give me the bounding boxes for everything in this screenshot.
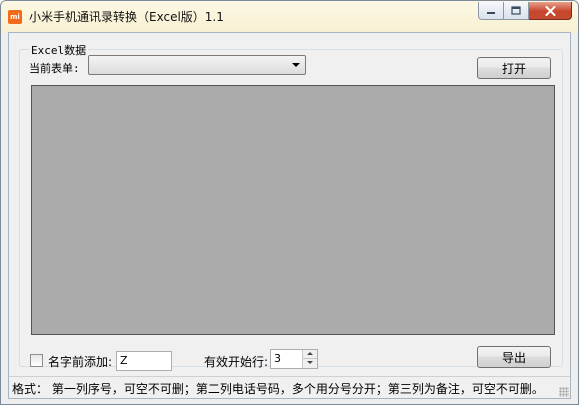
start-row-label: 有效开始行: (204, 355, 269, 369)
main-window: mi 小米手机通讯录转换（Excel版）1.1 Excel数据 当前表单: 打开… (0, 0, 579, 405)
groupbox-legend: Excel数据 (29, 42, 89, 58)
stepper-up-icon[interactable] (303, 350, 317, 359)
chevron-down-icon[interactable] (292, 63, 300, 67)
prefix-checkbox-label[interactable]: 名字前添加: (48, 353, 112, 370)
prefix-input[interactable]: Z (116, 351, 172, 371)
minimize-button[interactable] (478, 2, 504, 20)
format-hint-text: 格式： 第一列序号，可空不可删；第二列电话号码，多个用分号分开；第三列为备注，可… (12, 382, 544, 396)
maximize-icon (511, 6, 521, 15)
start-row-value[interactable]: 3 (274, 352, 281, 365)
minimize-icon (487, 11, 495, 14)
close-icon (545, 5, 555, 16)
window-title: 小米手机通讯录转换（Excel版）1.1 (29, 10, 224, 24)
prefix-checkbox[interactable] (30, 354, 43, 367)
maximize-button[interactable] (504, 2, 529, 20)
open-button[interactable]: 打开 (477, 57, 551, 79)
client-area: Excel数据 当前表单: 打开 名字前添加: Z 有效开始行: 3 导出 格式… (8, 32, 571, 399)
close-button[interactable] (529, 2, 572, 20)
resize-grip-icon[interactable] (559, 387, 569, 397)
sheet-label: 当前表单: (29, 62, 80, 75)
stepper-down-icon[interactable] (303, 359, 317, 368)
stepper-buttons (302, 350, 317, 368)
window-controls (478, 2, 572, 20)
start-row-stepper[interactable]: 3 (270, 349, 318, 369)
data-grid[interactable] (31, 85, 555, 335)
status-bar: 格式： 第一列序号，可空不可删；第二列电话号码，多个用分号分开；第三列为备注，可… (9, 376, 570, 398)
sheet-select[interactable] (88, 55, 306, 75)
export-button[interactable]: 导出 (477, 346, 551, 368)
app-icon: mi (8, 10, 22, 24)
title-bar[interactable]: mi 小米手机通讯录转换（Excel版）1.1 (1, 1, 578, 33)
